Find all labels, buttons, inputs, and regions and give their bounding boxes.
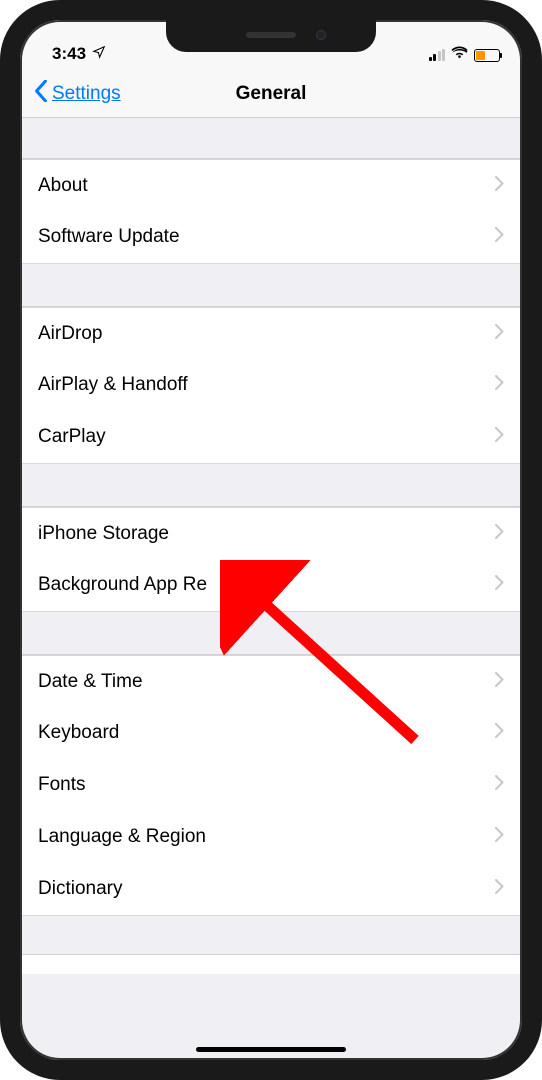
row-label: Dictionary bbox=[38, 878, 495, 900]
speaker-grille bbox=[246, 32, 296, 38]
row-label: Date & Time bbox=[38, 671, 495, 693]
status-time: 3:43 bbox=[52, 44, 86, 64]
battery-icon bbox=[474, 49, 500, 62]
row-background-app-refresh[interactable]: Background App Re bbox=[20, 559, 522, 611]
chevron-right-icon bbox=[495, 827, 504, 847]
chevron-right-icon bbox=[495, 775, 504, 795]
group-spacer bbox=[20, 118, 522, 158]
volume-up-button bbox=[0, 240, 2, 310]
chevron-left-icon bbox=[34, 80, 48, 108]
row-airdrop[interactable]: AirDrop bbox=[20, 307, 522, 359]
row-label: Fonts bbox=[38, 774, 495, 796]
chevron-right-icon bbox=[495, 176, 504, 196]
location-arrow-icon bbox=[92, 44, 106, 64]
group-spacer bbox=[20, 612, 522, 654]
row-label: iPhone Storage bbox=[38, 523, 495, 545]
settings-group-2: AirDrop AirPlay & Handoff CarPlay bbox=[20, 306, 522, 464]
chevron-right-icon bbox=[495, 375, 504, 395]
chevron-right-icon bbox=[495, 723, 504, 743]
settings-list: About Software Update AirDrop AirPlay & … bbox=[20, 118, 522, 974]
row-label: CarPlay bbox=[38, 426, 495, 448]
volume-down-button bbox=[0, 330, 2, 400]
row-language-region[interactable]: Language & Region bbox=[20, 811, 522, 863]
row-label: About bbox=[38, 175, 495, 197]
settings-group-1: About Software Update bbox=[20, 158, 522, 264]
chevron-right-icon bbox=[495, 879, 504, 899]
nav-header: Settings General bbox=[20, 70, 522, 118]
row-date-time[interactable]: Date & Time bbox=[20, 655, 522, 707]
front-camera bbox=[316, 30, 326, 40]
status-right bbox=[429, 46, 501, 64]
group-spacer bbox=[20, 464, 522, 506]
group-spacer bbox=[20, 916, 522, 954]
phone-notch bbox=[166, 18, 376, 52]
chevron-right-icon bbox=[495, 427, 504, 447]
home-indicator[interactable] bbox=[196, 1047, 346, 1052]
row-label: AirDrop bbox=[38, 323, 495, 345]
row-airplay-handoff[interactable]: AirPlay & Handoff bbox=[20, 359, 522, 411]
row-about[interactable]: About bbox=[20, 159, 522, 211]
row-carplay[interactable]: CarPlay bbox=[20, 411, 522, 463]
row-label: Language & Region bbox=[38, 826, 495, 848]
row-fonts[interactable]: Fonts bbox=[20, 759, 522, 811]
settings-group-4: Date & Time Keyboard Fonts Language & Re… bbox=[20, 654, 522, 916]
chevron-right-icon bbox=[495, 524, 504, 544]
back-button[interactable]: Settings bbox=[34, 80, 121, 108]
row-keyboard[interactable]: Keyboard bbox=[20, 707, 522, 759]
row-label: Background App Re bbox=[38, 574, 495, 596]
group-spacer bbox=[20, 264, 522, 306]
cellular-signal-icon bbox=[429, 49, 446, 61]
wifi-icon bbox=[451, 46, 468, 64]
row-label: Keyboard bbox=[38, 722, 495, 744]
back-label: Settings bbox=[52, 83, 121, 105]
row-software-update[interactable]: Software Update bbox=[20, 211, 522, 263]
page-title: General bbox=[236, 83, 307, 105]
row-dictionary[interactable]: Dictionary bbox=[20, 863, 522, 915]
row-iphone-storage[interactable]: iPhone Storage bbox=[20, 507, 522, 559]
volume-mute-switch bbox=[0, 180, 2, 220]
row-partial-cutoff[interactable] bbox=[20, 954, 522, 974]
chevron-right-icon bbox=[495, 324, 504, 344]
row-label: Software Update bbox=[38, 226, 495, 248]
chevron-right-icon bbox=[495, 227, 504, 247]
chevron-right-icon bbox=[495, 575, 504, 595]
status-left: 3:43 bbox=[52, 44, 106, 64]
row-label: AirPlay & Handoff bbox=[38, 374, 495, 396]
settings-group-3: iPhone Storage Background App Re bbox=[20, 506, 522, 612]
phone-screen: 3:43 Settings General bbox=[20, 20, 522, 1060]
chevron-right-icon bbox=[495, 672, 504, 692]
